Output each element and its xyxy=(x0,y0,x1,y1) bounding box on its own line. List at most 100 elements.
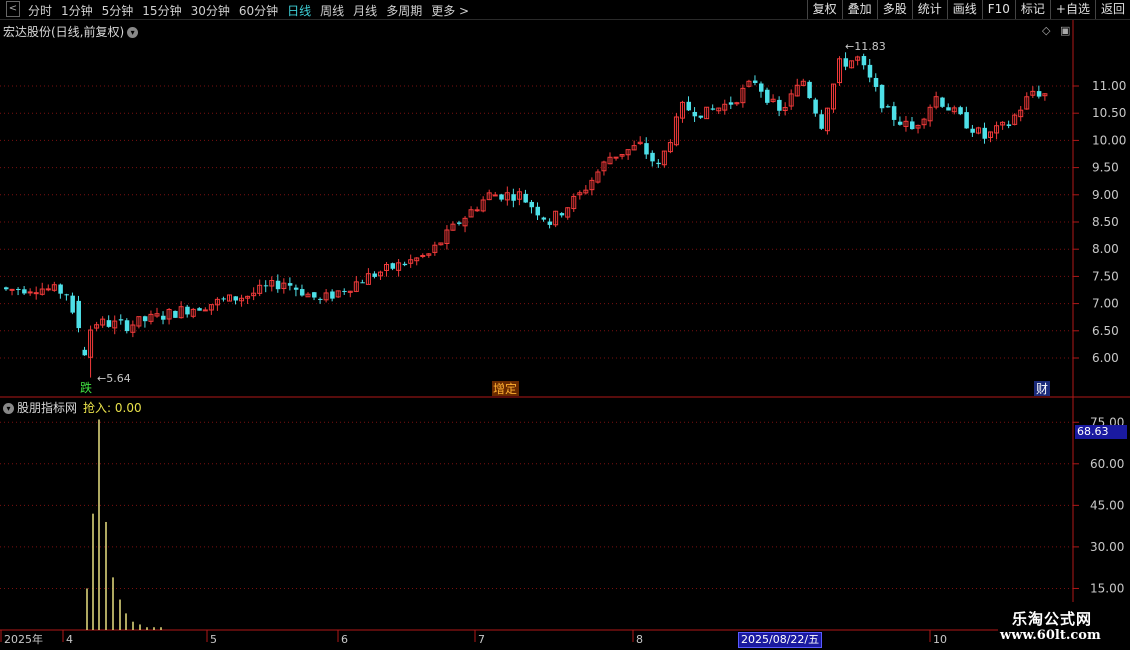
time-axis-label: 5 xyxy=(210,633,217,646)
indicator-tick-label: 60.00 xyxy=(1090,457,1124,471)
time-axis-label: 8 xyxy=(636,633,643,646)
candle-body-down xyxy=(330,291,335,299)
candle-body-down xyxy=(318,298,323,300)
candle-body-down xyxy=(807,81,812,99)
candle-body-down xyxy=(457,222,462,224)
tool-button-2[interactable]: 多股 xyxy=(876,0,912,19)
price-tick-label: 10.00 xyxy=(1092,133,1126,147)
candle-body-up xyxy=(492,194,498,197)
candle-body-down xyxy=(185,306,190,315)
candle-body-down xyxy=(221,298,226,300)
tool-button-0[interactable]: 复权 xyxy=(806,0,842,19)
candle-body-down xyxy=(233,296,239,301)
candle-body-up xyxy=(45,288,51,291)
candle-body-down xyxy=(535,206,541,216)
candle-body-down xyxy=(686,101,692,111)
candle-body-up xyxy=(9,288,15,291)
candle-body-down xyxy=(710,108,716,110)
candle-body-down xyxy=(759,83,764,92)
candle-body-down xyxy=(982,127,987,139)
candle-body-down xyxy=(390,263,396,269)
candle-body-down xyxy=(4,287,9,290)
candle-body-down xyxy=(867,64,873,78)
candle-body-up xyxy=(474,209,480,212)
tab-0[interactable]: 分时 xyxy=(28,2,52,19)
candle-body-down xyxy=(161,315,166,320)
tab-1[interactable]: 1分钟 xyxy=(61,2,93,19)
candle-body-down xyxy=(118,319,124,321)
candle-body-down xyxy=(879,84,885,109)
price-tick-label: 8.50 xyxy=(1092,215,1119,229)
fin-marker: 财 xyxy=(1036,382,1048,396)
candle-body-up xyxy=(27,291,33,294)
period-toolbar: < 分时 1分钟 5分钟 15分钟 30分钟 60分钟 日线 周线 月线 多周期 更多 > 复权 叠加… xyxy=(0,0,1130,20)
tab-9[interactable]: 多周期 xyxy=(386,2,422,19)
candle-body-down xyxy=(885,106,891,108)
low-price-label: ←5.64 xyxy=(97,372,131,385)
candle-body-down xyxy=(293,287,299,290)
candle-body-down xyxy=(940,97,945,107)
candle-body-up xyxy=(202,309,208,312)
candle-body-down xyxy=(1036,91,1042,97)
chevron-down-icon[interactable]: ▾ xyxy=(3,403,14,414)
candle-body-down xyxy=(891,106,897,120)
tool-button-4[interactable]: 画线 xyxy=(946,0,982,19)
candle-body-down xyxy=(728,102,734,105)
tool-button-5[interactable]: F10 xyxy=(981,0,1015,19)
candle-body-down xyxy=(873,77,879,87)
candle-body-down xyxy=(124,320,130,332)
candle-body-down xyxy=(644,143,649,155)
period-tabs: 分时 1分钟 5分钟 15分钟 30分钟 60分钟 日线 周线 月线 多周期 更多 > xyxy=(28,2,478,19)
time-axis-label: 10 xyxy=(933,633,947,646)
candle-body-down xyxy=(843,58,849,67)
candle-body-down xyxy=(70,295,75,313)
tab-3[interactable]: 15分钟 xyxy=(142,2,181,19)
tool-button-3[interactable]: 统计 xyxy=(911,0,947,19)
indicator-name: 股朋指标网 xyxy=(17,401,78,415)
candle-body-down xyxy=(650,152,655,162)
candle-body-down xyxy=(656,162,661,165)
candle-body-down xyxy=(813,99,818,114)
candle-body-down xyxy=(946,107,951,111)
candle-body-down xyxy=(263,285,269,287)
candle-body-down xyxy=(16,288,21,290)
watermark-url: www.60lt.com xyxy=(1000,628,1101,643)
candle-body-down xyxy=(541,217,547,220)
candle-body-down xyxy=(299,289,305,296)
candle-body-down xyxy=(372,273,377,277)
candle-body-down xyxy=(402,263,408,266)
candle-body-down xyxy=(360,282,365,284)
candle-body-down xyxy=(698,115,704,118)
candle-body-down xyxy=(559,213,565,216)
kline-chart[interactable]: 11.00 10.50 10.00 9.50 9.00 8.50 8.00 7.50 7.00 6… xyxy=(0,20,1130,650)
tab-10[interactable]: 更多 > xyxy=(431,2,469,19)
price-tick-label: 6.50 xyxy=(1092,324,1119,338)
tool-button-6[interactable]: 标记 xyxy=(1014,0,1050,19)
candle-body-down xyxy=(523,193,528,203)
tab-5[interactable]: 60分钟 xyxy=(239,2,278,19)
collapse-left-icon[interactable]: < xyxy=(6,1,20,17)
price-tick-label: 7.00 xyxy=(1092,297,1119,311)
tab-4[interactable]: 30分钟 xyxy=(191,2,230,19)
candle-body-down xyxy=(58,284,63,294)
candle-body-down xyxy=(342,290,347,292)
tab-7[interactable]: 周线 xyxy=(320,2,344,19)
tab-2[interactable]: 5分钟 xyxy=(102,2,134,19)
candle-body-down xyxy=(547,221,553,225)
indicator-tick-label: 30.00 xyxy=(1090,540,1124,554)
candle-body-down xyxy=(275,280,281,290)
tool-button-8[interactable]: 返回 xyxy=(1094,0,1130,19)
tab-8[interactable]: 月线 xyxy=(353,2,377,19)
candle-body-down xyxy=(197,308,202,311)
tool-button-7[interactable]: +自选 xyxy=(1049,0,1095,19)
watermark: 乐淘公式网 www.60lt.com xyxy=(998,602,1130,650)
candle-body-down xyxy=(765,89,770,103)
tool-button-1[interactable]: 叠加 xyxy=(841,0,877,19)
candle-body-down xyxy=(752,80,758,84)
candle-body-down xyxy=(22,289,27,294)
candle-body-down xyxy=(964,112,969,129)
indicator-tick-label: 45.00 xyxy=(1090,498,1124,512)
price-tick-label: 7.50 xyxy=(1092,269,1119,283)
candle-body-down xyxy=(287,283,293,286)
tab-6[interactable]: 日线 xyxy=(287,2,311,19)
